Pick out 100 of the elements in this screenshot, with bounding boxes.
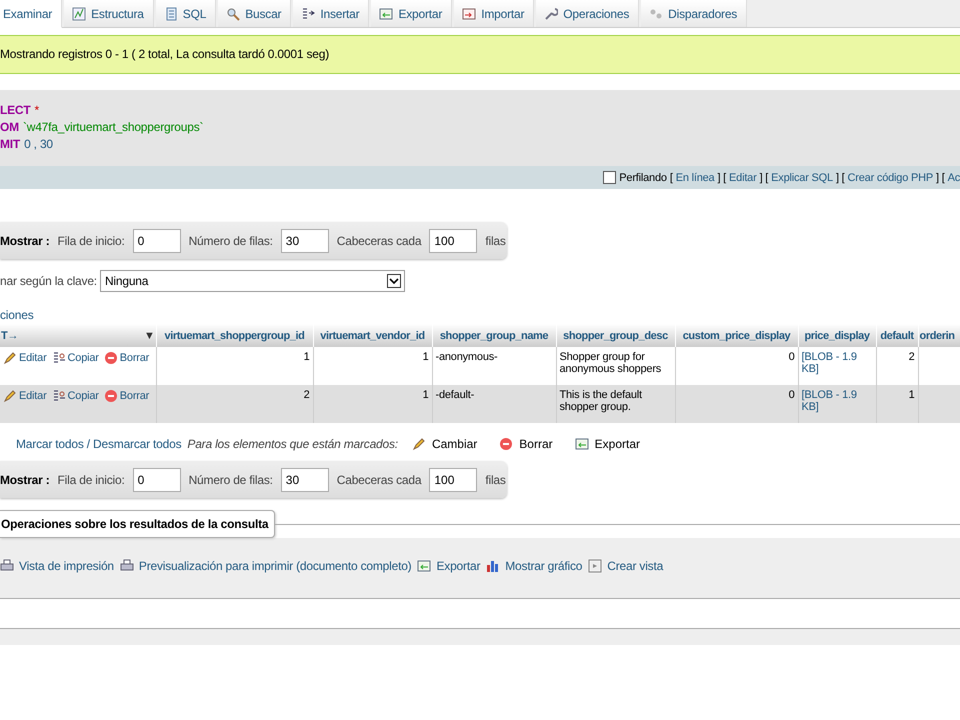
pencil-icon [3, 389, 17, 403]
column-header[interactable]: virtuemart_shoppergroup_id [156, 324, 313, 347]
table-cell: 1 [422, 389, 428, 401]
table-cell: 1 [422, 351, 428, 363]
bracket-text: [ [670, 172, 673, 184]
rows-suffix: filas [485, 234, 506, 248]
column-header[interactable]: virtuemart_vendor_id [313, 324, 432, 347]
table-cell: 1 [304, 351, 310, 363]
tab[interactable]: Buscar [218, 0, 292, 27]
row-action-link[interactable]: Editar [3, 351, 47, 365]
row-count-input[interactable]: 30 [280, 468, 329, 492]
table-cell: Shopper group for anonymous shoppers [560, 351, 662, 375]
show-label: Mostrar : [0, 472, 50, 486]
bar-chart-icon [486, 559, 500, 573]
checkbox[interactable] [603, 171, 616, 184]
row-action-link[interactable]: Borrar [104, 389, 150, 403]
sort-marker[interactable]: ▼ [144, 330, 154, 342]
fieldset-legend: Operaciones sobre los resultados de la consulta [0, 510, 276, 538]
table-cell: 0 [788, 389, 794, 401]
headers-every-input[interactable]: 100 [429, 228, 478, 252]
success-message: Mostrando registros 0 - 1 ( 2 total, La consulta tardó 0.0001 seg) [0, 35, 960, 74]
headers-every-label: Cabeceras cada [336, 472, 422, 486]
rows-suffix: filas [485, 472, 506, 486]
delete-icon [104, 389, 118, 403]
row-count-label: Número de filas: [188, 472, 273, 486]
table-cell: -default- [436, 389, 474, 401]
document-icon [164, 6, 178, 20]
query-link[interactable]: Ac [948, 172, 960, 184]
export-icon [379, 6, 394, 20]
tab[interactable]: Importar [454, 0, 534, 27]
export-icon [417, 559, 432, 573]
bulk-action-button[interactable]: Exportar [566, 437, 648, 451]
tab[interactable]: Insertar [293, 0, 370, 27]
copy-icon [52, 351, 66, 365]
operation-link[interactable]: Vista de impresión [0, 559, 114, 573]
row-action-link[interactable]: Editar [3, 389, 47, 403]
structure-icon [72, 6, 86, 20]
operation-link[interactable]: Exportar [417, 559, 480, 573]
table-cell: 1 [908, 389, 914, 401]
pencil-icon [3, 351, 17, 365]
with-selected-label: Para los elementos que están marcados: [187, 437, 398, 451]
tab[interactable]: Estructura [64, 0, 154, 27]
profiling-label: Perfilando [619, 172, 667, 184]
import-icon [462, 6, 476, 20]
triggers-icon [649, 6, 664, 20]
bracket-text: ] [ [936, 172, 945, 184]
copy-icon [52, 389, 66, 403]
row-action-link[interactable]: Copiar [52, 351, 99, 365]
header-arrows: T→ [1, 330, 18, 342]
operation-link[interactable]: Crear vista [588, 559, 664, 573]
headers-every-label: Cabeceras cada [336, 234, 422, 248]
row-action-link[interactable]: Copiar [52, 389, 99, 403]
check-all-link[interactable]: Marcar todos / Desmarcar todos [16, 437, 182, 451]
tab[interactable]: Examinar [0, 0, 62, 28]
show-label: Mostrar : [0, 234, 50, 248]
column-header[interactable]: price_display [798, 324, 876, 347]
start-row-input[interactable]: 0 [132, 228, 181, 252]
options-link[interactable]: ciones [0, 308, 34, 322]
bulk-action-button[interactable]: Cambiar [404, 437, 486, 451]
operation-link[interactable]: Previsualización para imprimir (documento completo) [120, 559, 412, 573]
table-cell: 2 [304, 389, 310, 401]
column-header[interactable]: shopper_group_desc [556, 324, 675, 347]
bulk-action-button[interactable]: Borrar [491, 437, 561, 451]
sort-select[interactable]: Ninguna [100, 270, 405, 292]
table-cell: This is the default shopper group. [560, 389, 642, 413]
column-header[interactable]: orderin [918, 324, 960, 347]
tab[interactable]: Exportar [371, 0, 452, 27]
start-row-label: Fila de inicio: [58, 472, 125, 486]
row-count-label: Número de filas: [188, 234, 273, 248]
sql-keyword: OM [0, 119, 19, 136]
start-row-input[interactable]: 0 [132, 468, 181, 492]
column-header[interactable]: default [876, 324, 918, 347]
search-icon [226, 6, 240, 20]
tab[interactable]: SQL [156, 0, 216, 27]
query-link[interactable]: En línea [676, 172, 714, 184]
query-link[interactable]: Crear código PHP [848, 172, 933, 184]
bracket-text: ] [ [717, 172, 726, 184]
tab[interactable]: Disparadores [641, 0, 748, 27]
delete-icon [499, 437, 514, 451]
tab[interactable]: Operaciones [536, 0, 640, 27]
row-count-input[interactable]: 30 [280, 228, 329, 252]
sql-text: * [34, 102, 40, 119]
blob-link[interactable]: [BLOB - 1.9 KB] [802, 351, 872, 375]
column-header[interactable]: custom_price_display [675, 324, 798, 347]
headers-every-input[interactable]: 100 [429, 468, 478, 492]
wrench-icon [544, 6, 558, 20]
insert-icon [301, 6, 316, 20]
row-action-link[interactable]: Borrar [104, 351, 150, 365]
export-icon [574, 437, 589, 451]
sql-keyword: LECT [0, 102, 31, 119]
sql-keyword: MIT [0, 136, 20, 153]
query-link[interactable]: Editar [729, 172, 757, 184]
pencil-icon [412, 437, 426, 451]
table-cell: 2 [908, 351, 914, 363]
sql-text: 0 , 30 [24, 136, 53, 153]
table-cell: -anonymous- [436, 351, 498, 363]
delete-icon [104, 351, 118, 365]
column-header[interactable]: shopper_group_name [432, 324, 556, 347]
operation-link[interactable]: Mostrar gráfico [486, 559, 582, 573]
query-link[interactable]: Explicar SQL [771, 172, 833, 184]
